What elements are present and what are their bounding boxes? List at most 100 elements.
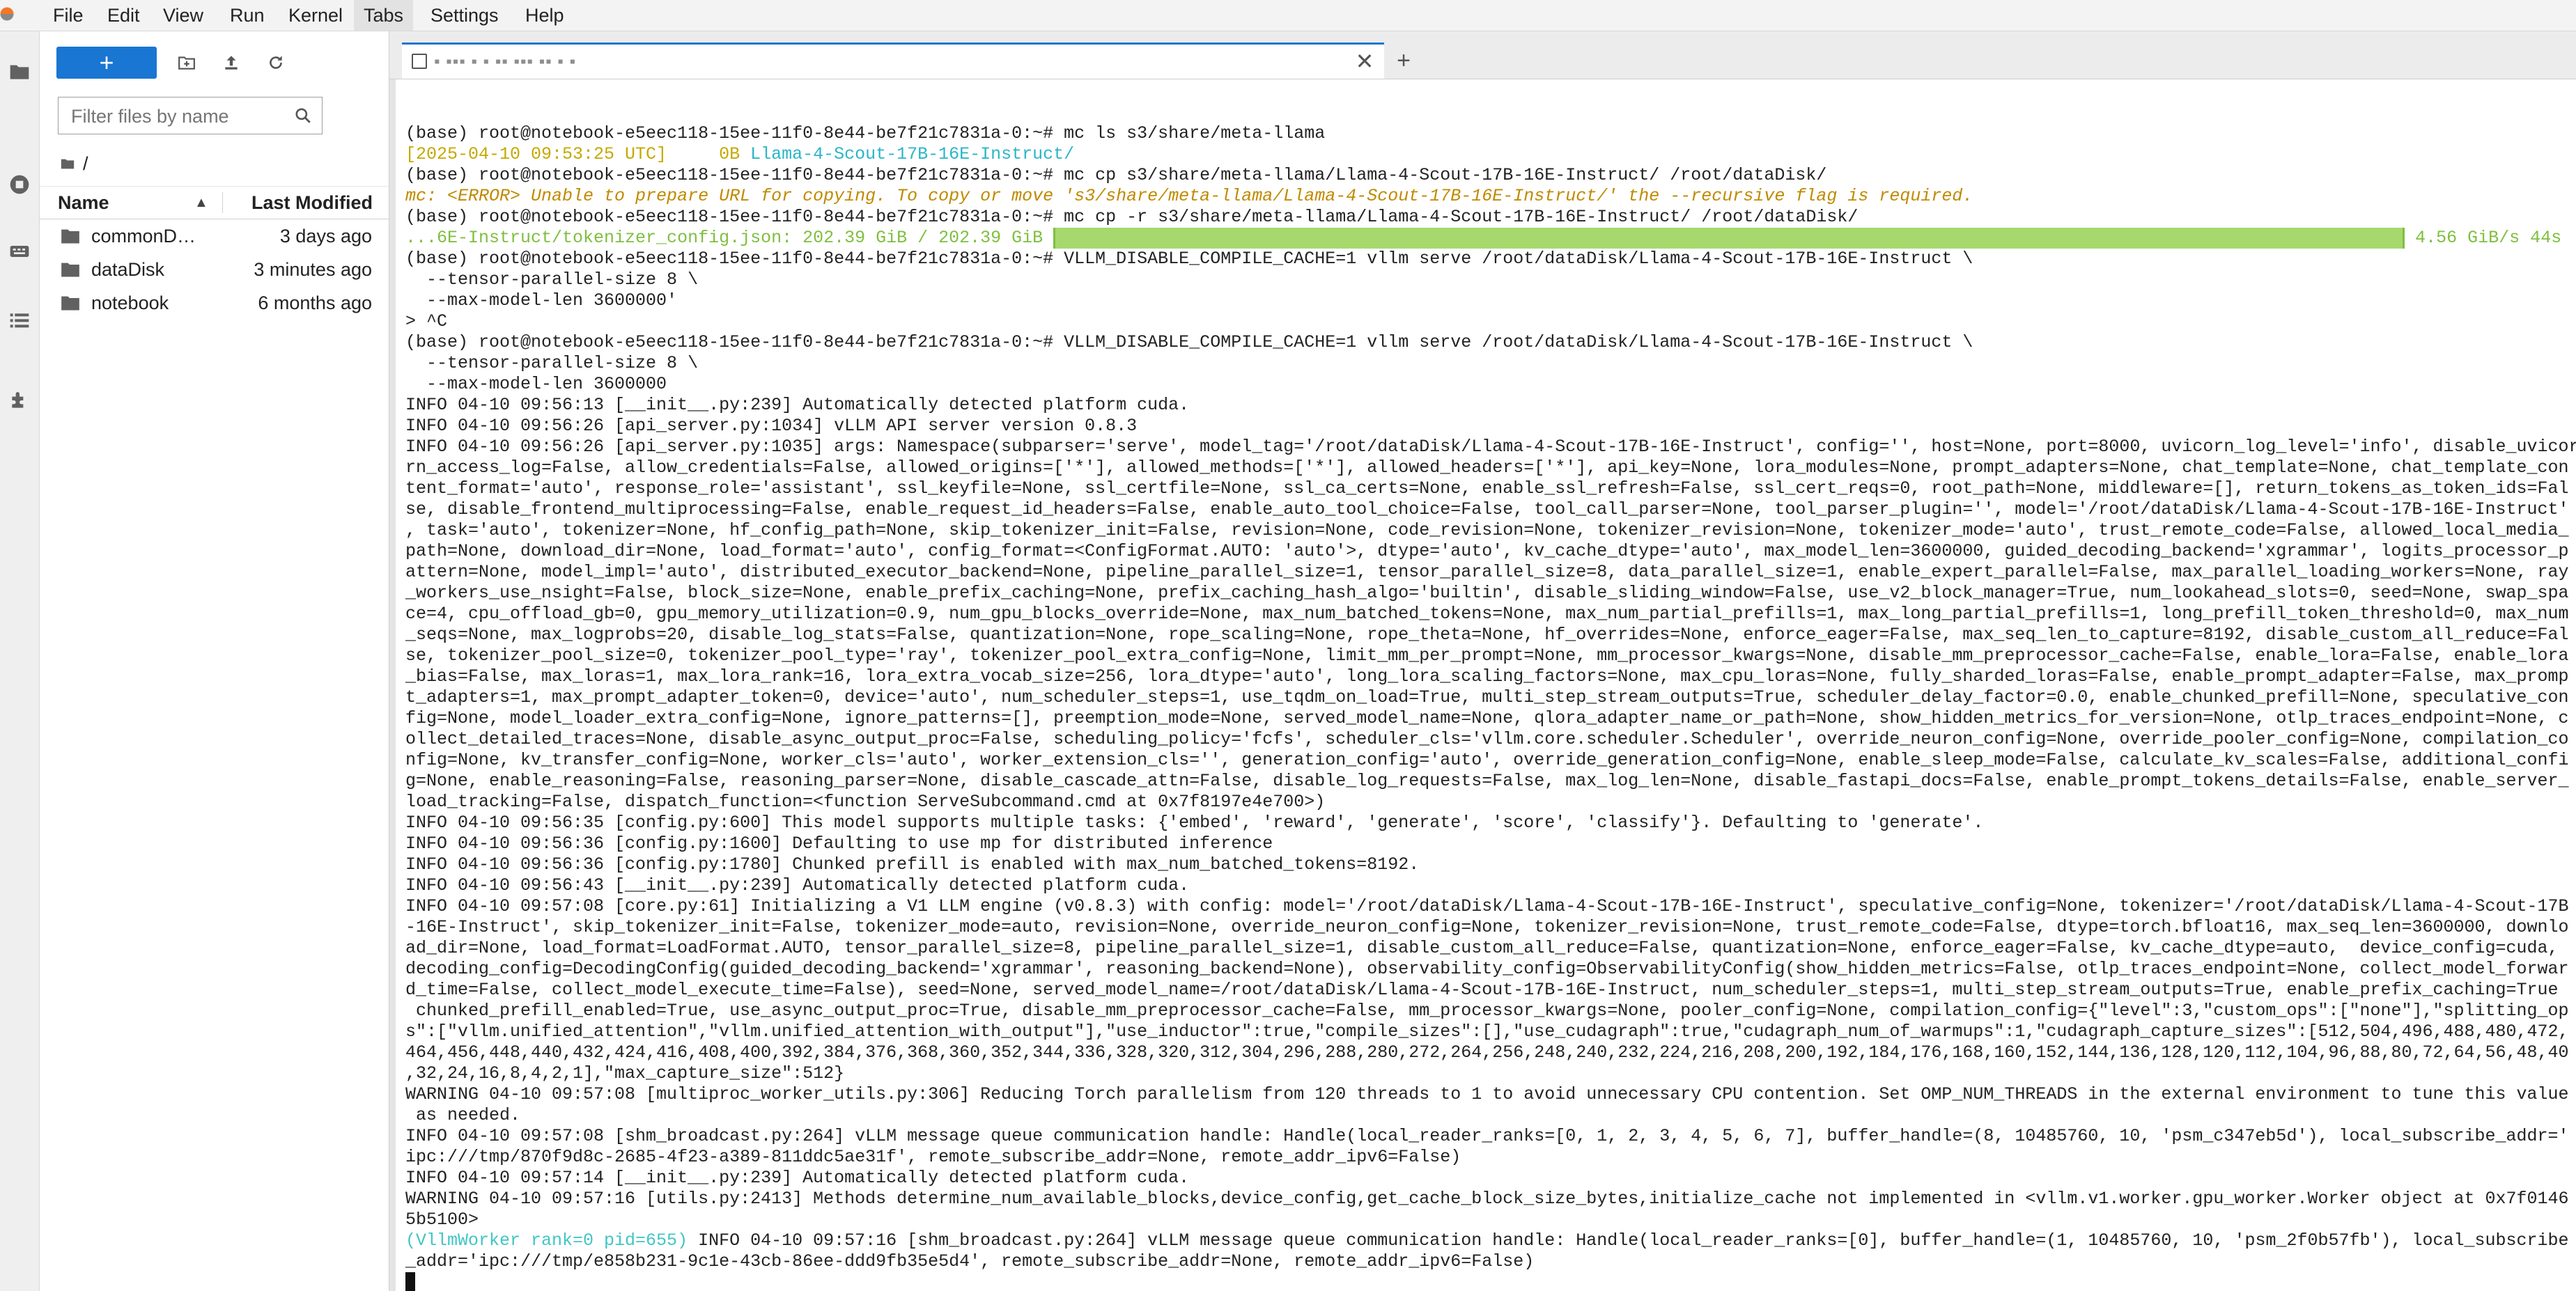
terminal-line-text: ollect_detailed_traces=None, disable_asy… — [405, 729, 2569, 749]
terminal-line: INFO 04-10 09:57:14 [__init__.py:239] Au… — [405, 1168, 2572, 1189]
terminal-line: s":["vllm.unified_attention","vllm.unifi… — [405, 1022, 2572, 1042]
terminal-line: (base) root@notebook-e5eec118-15ee-11f0-… — [405, 332, 2572, 353]
file-filter-input[interactable] — [70, 97, 288, 135]
terminal-line-text: 464,456,448,440,432,424,416,408,400,392,… — [405, 1042, 2569, 1063]
jupyter-logo-icon — [0, 0, 21, 31]
progress-label: ...6E-Instruct/tokenizer_config.json: 20… — [405, 228, 1054, 248]
terminal-line: --tensor-parallel-size 8 \ — [405, 269, 2572, 290]
terminal-line-segment: (VllmWorker rank=0 pid=655) — [405, 1230, 688, 1251]
file-name: notebook — [91, 292, 169, 313]
terminal-line-text: --max-model-len 3600000 — [405, 374, 667, 394]
refresh-icon[interactable] — [260, 47, 292, 79]
menu-run[interactable]: Run — [220, 0, 274, 31]
menu-help[interactable]: Help — [515, 0, 574, 31]
folder-icon[interactable] — [0, 52, 39, 91]
breadcrumb: / — [59, 150, 88, 178]
terminal-line: 5b5100> — [405, 1210, 2572, 1230]
terminal-line: INFO 04-10 09:57:08 [core.py:61] Initial… — [405, 896, 2572, 917]
tab-bar: ▪ ▪▪▪ ▪ ▪ ▪▪ ▪▪▪ ▪▪ ▪ ▪ ✕ + — [389, 31, 2576, 79]
terminal-line: se, disable_frontend_multiprocessing=Fal… — [405, 499, 2572, 520]
commands-icon[interactable] — [0, 232, 39, 271]
terminal-line-segment: [2025-04-10 09:53:25 UTC] 0B — [405, 144, 751, 164]
add-tab-icon[interactable]: + — [1390, 47, 1418, 75]
menu-file[interactable]: File — [43, 0, 93, 31]
terminal-line: INFO 04-10 09:56:43 [__init__.py:239] Au… — [405, 875, 2572, 896]
terminal[interactable]: (base) root@notebook-e5eec118-15ee-11f0-… — [396, 79, 2576, 1291]
terminal-line: nfig=None, kv_transfer_config=None, work… — [405, 750, 2572, 771]
terminal-line-text: INFO 04-10 09:56:26 [api_server.py:1034]… — [405, 416, 1138, 436]
terminal-line: _addr='ipc:///tmp/e858b231-9c1e-43cb-86e… — [405, 1251, 2572, 1272]
menu-kernel[interactable]: Kernel — [279, 0, 352, 31]
terminal-line-text: ipc:///tmp/870f9d8c-2685-4f23-a389-811dd… — [405, 1147, 1461, 1167]
terminal-line-text: fig=None, model_loader_extra_config=None… — [405, 708, 2569, 728]
file-filter-box — [58, 97, 323, 135]
terminal-line-text: WARNING 04-10 09:57:16 [utils.py:2413] M… — [405, 1189, 2569, 1209]
terminal-line: ad_dir=None, load_format=LoadFormat.AUTO… — [405, 938, 2572, 959]
tab-terminal[interactable]: ▪ ▪▪▪ ▪ ▪ ▪▪ ▪▪▪ ▪▪ ▪ ▪ ✕ — [402, 42, 1384, 79]
terminal-line: INFO 04-10 09:56:35 [config.py:600] This… — [405, 813, 2572, 834]
terminal-line-text: (base) root@notebook-e5eec118-15ee-11f0-… — [405, 207, 1859, 227]
terminal-line-text: _workers_use_nsight=False, block_size=No… — [405, 583, 2569, 603]
sort-ascending-icon[interactable]: ▲ — [194, 187, 208, 219]
folder-icon[interactable] — [59, 156, 76, 171]
terminal-line-text: INFO 04-10 09:57:14 [__init__.py:239] Au… — [405, 1168, 1190, 1188]
terminal-line: INFO 04-10 09:56:26 [api_server.py:1034]… — [405, 416, 2572, 437]
terminal-line-text: g=None, enable_reasoning=False, reasonin… — [405, 771, 2569, 791]
terminal-line: _workers_use_nsight=False, block_size=No… — [405, 583, 2572, 604]
terminal-line: WARNING 04-10 09:57:08 [multiproc_worker… — [405, 1084, 2572, 1105]
menu-tabs[interactable]: Tabs — [354, 0, 414, 31]
terminal-line: --max-model-len 3600000' — [405, 290, 2572, 311]
file-list-item[interactable]: dataDisk 3 minutes ago — [40, 253, 389, 286]
terminal-line-text: s":["vllm.unified_attention","vllm.unifi… — [405, 1022, 2569, 1042]
toc-icon[interactable] — [0, 302, 39, 341]
terminal-line: fig=None, model_loader_extra_config=None… — [405, 708, 2572, 729]
menu-view[interactable]: View — [153, 0, 213, 31]
terminal-line-text: (base) root@notebook-e5eec118-15ee-11f0-… — [405, 165, 1827, 185]
terminal-line-text: _seqs=None, max_logprobs=20, disable_log… — [405, 625, 2569, 645]
terminal-line-text: INFO 04-10 09:57:08 [core.py:61] Initial… — [405, 896, 2569, 916]
terminal-line-text: d_time=False, collect_model_execute_time… — [405, 980, 2559, 1000]
new-launcher-button[interactable]: + — [56, 47, 157, 79]
terminal-line: path=None, download_dir=None, load_forma… — [405, 541, 2572, 562]
running-icon[interactable] — [0, 165, 39, 204]
column-name-header[interactable]: Name — [58, 187, 109, 219]
terminal-line: INFO 04-10 09:56:36 [config.py:1600] Def… — [405, 834, 2572, 854]
file-name: dataDisk — [91, 259, 165, 280]
terminal-line: tent_format='auto', response_role='assis… — [405, 478, 2572, 499]
terminal-line: ipc:///tmp/870f9d8c-2685-4f23-a389-811dd… — [405, 1147, 2572, 1168]
terminal-line: mc: <ERROR> Unable to prepare URL for co… — [405, 186, 2572, 207]
terminal-line: _bias=False, max_loras=1, max_lora_rank=… — [405, 666, 2572, 687]
main-area: ▪ ▪▪▪ ▪ ▪ ▪▪ ▪▪▪ ▪▪ ▪ ▪ ✕ + (base) root@… — [389, 31, 2576, 1291]
terminal-line: se, tokenizer_pool_size=0, tokenizer_poo… — [405, 646, 2572, 666]
terminal-line-text: se, disable_frontend_multiprocessing=Fal… — [405, 499, 2569, 519]
terminal-line-text: --tensor-parallel-size 8 \ — [405, 353, 699, 373]
new-folder-icon[interactable] — [171, 47, 203, 79]
terminal-line-text: _addr='ipc:///tmp/e858b231-9c1e-43cb-86e… — [405, 1251, 1535, 1272]
upload-icon[interactable] — [215, 47, 247, 79]
terminal-line: --tensor-parallel-size 8 \ — [405, 353, 2572, 374]
close-icon[interactable]: ✕ — [1352, 49, 1377, 74]
terminal-line: WARNING 04-10 09:57:16 [utils.py:2413] M… — [405, 1189, 2572, 1210]
terminal-line-text: se, tokenizer_pool_size=0, tokenizer_poo… — [405, 646, 2569, 666]
extension-icon[interactable] — [0, 381, 39, 420]
breadcrumb-root[interactable]: / — [83, 153, 88, 175]
terminal-line: INFO 04-10 09:56:36 [config.py:1780] Chu… — [405, 854, 2572, 875]
menu-settings[interactable]: Settings — [421, 0, 509, 31]
file-list-item[interactable]: commonD… 3 days ago — [40, 219, 389, 253]
menu-edit[interactable]: Edit — [98, 0, 150, 31]
terminal-line: INFO 04-10 09:57:08 [shm_broadcast.py:26… — [405, 1126, 2572, 1147]
terminal-line-text: load_tracking=False, dispatch_function=<… — [405, 792, 1326, 812]
terminal-line: (VllmWorker rank=0 pid=655) INFO 04-10 0… — [405, 1230, 2572, 1251]
terminal-line-text: 5b5100> — [405, 1210, 479, 1230]
terminal-line: -16E-Instruct', skip_tokenizer_init=Fals… — [405, 917, 2572, 938]
terminal-line-text: INFO 04-10 09:56:36 [config.py:1780] Chu… — [405, 854, 1420, 875]
file-list-item[interactable]: notebook 6 months ago — [40, 286, 389, 320]
terminal-line: attern=None, model_impl='auto', distribu… — [405, 562, 2572, 583]
terminal-line: ...6E-Instruct/tokenizer_config.json: 20… — [405, 228, 2572, 249]
file-modified: 6 months ago — [258, 292, 372, 313]
column-divider[interactable] — [222, 192, 223, 213]
column-modified-header[interactable]: Last Modified — [233, 187, 373, 219]
terminal-cursor — [405, 1272, 415, 1291]
terminal-line-text: as needed. — [405, 1105, 521, 1125]
terminal-line: , task='auto', tokenizer=None, hf_config… — [405, 520, 2572, 541]
